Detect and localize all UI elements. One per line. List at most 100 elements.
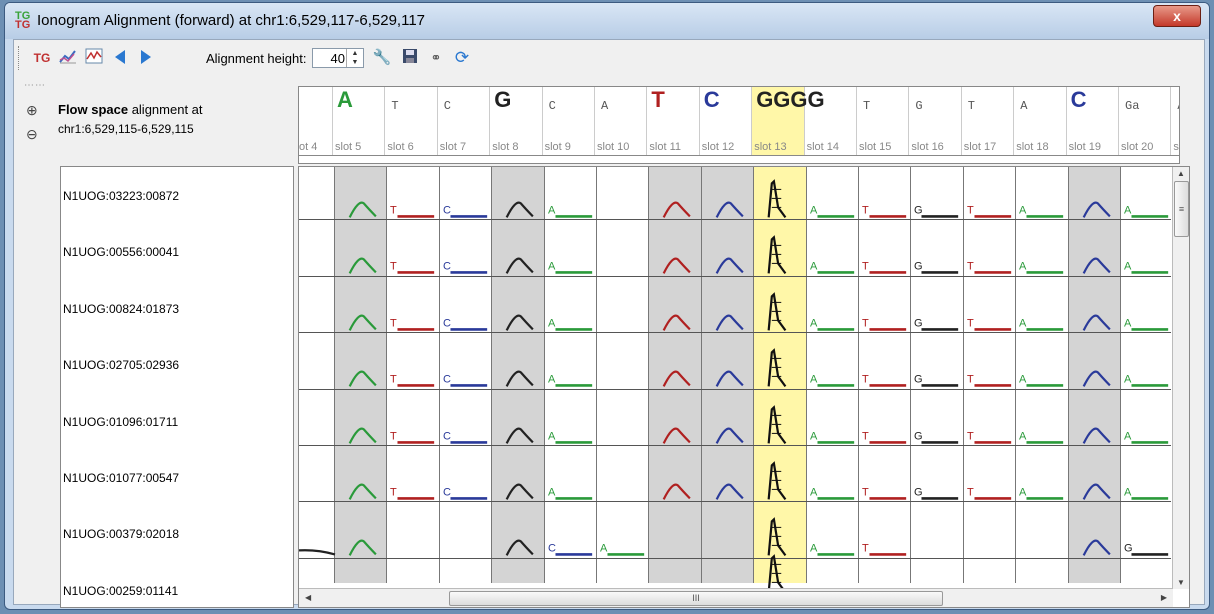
spinner-arrows[interactable]: ▲ ▼ [346,49,363,67]
flow-cell-letter: A [548,204,556,216]
flow-cell-letter: A [810,486,818,498]
wave-chart-icon[interactable] [84,48,104,68]
read-name[interactable]: N1UOG:02705:02936 [63,358,179,372]
flow-signal-hump [715,483,744,500]
flow-slot-header: Asl [1171,87,1179,155]
signal-trace [1082,201,1111,218]
signal-trace [767,553,787,593]
flow-cell-letter: A [1124,261,1132,273]
flow-cell-letter: A [810,430,818,442]
scroll-left-icon[interactable]: ◀ [305,593,311,602]
flow-cell-letter: C [443,261,451,273]
flow-slot-label: slot 12 [701,141,735,153]
flow-signal-flat: A [810,317,854,331]
flow-cell-letter: A [548,261,556,273]
flow-signal-hump [1082,370,1111,388]
flow-signal-hump [348,314,377,331]
flow-cell-letter: C [548,543,556,555]
flow-slot-label: slot 20 [1121,141,1154,153]
chart-icon[interactable] [58,48,78,68]
flow-slot-label: slot 15 [859,141,892,153]
flow-signal-flat: T [967,374,1011,387]
flow-cell-letter: G [914,486,923,498]
alignment-info-title: Flow space alignment at [58,102,203,117]
flow-slot-header: Aslot 18 [1014,87,1067,155]
flow-slot-label: ot 4 [299,141,318,153]
flow-cell-letter: T [862,374,869,386]
flow-signal-hump [348,258,377,275]
read-name[interactable]: N1UOG:01077:00547 [63,471,179,485]
alignment-height-label: Alignment height: [206,51,307,66]
alignment-height-value[interactable]: 40 [331,51,345,66]
flow-signal-flat: G [1124,543,1169,557]
flow-signal-hump [505,427,534,444]
flow-signal-flat: T [862,261,907,275]
flow-signal-flat: T [390,204,435,218]
flow-signal-flat: A [810,204,854,218]
alignment-height-spinner[interactable]: 40 ▲ ▼ [312,48,364,68]
flow-signal-flat: A [600,543,645,557]
ionogram-view-icon[interactable]: TG [32,48,52,68]
toolbar-grip[interactable] [18,46,21,70]
flow-signal-hump [1082,201,1111,218]
refresh-icon[interactable]: ⟳ [452,48,472,68]
flow-slot-header: Tslot 17 [962,87,1015,155]
panel-grip: ⋯⋯ [24,80,46,91]
flow-signal-flat: T [967,317,1011,331]
scroll-up-icon[interactable]: ▲ [1177,169,1185,178]
flow-signal-flat: G [914,486,959,500]
alignment-at-label: alignment at [128,102,203,117]
scroll-right-icon[interactable]: ▶ [1161,593,1167,602]
flow-signal-flat: A [810,261,854,275]
flow-signal-flat: C [548,543,592,557]
read-name[interactable]: N1UOG:00556:00041 [63,245,179,259]
horizontal-scrollbar[interactable]: ◀ III ▶ [299,588,1173,607]
read-name[interactable]: N1UOG:01096:01711 [63,415,178,429]
flow-cell-letter: A [810,543,818,555]
flow-slot-label: slot 9 [544,141,571,153]
save-icon[interactable] [400,48,420,68]
scroll-down-icon[interactable]: ▼ [1177,578,1185,587]
flow-cell-letter: T [862,543,869,555]
close-button[interactable]: x [1153,5,1201,27]
flow-signal-flat: T [967,430,1011,444]
flow-slot-header: Cslot 7 [438,87,491,155]
flow-signal-flat: A [1019,430,1064,444]
previous-arrow-icon[interactable] [110,48,130,68]
read-name[interactable]: N1UOG:00824:01873 [63,302,179,316]
flow-signal-flat: T [390,374,435,387]
flow-signal-flat: A [548,374,592,387]
read-name[interactable]: N1UOG:00379:02018 [63,527,179,541]
flow-signal-flat: A [548,317,592,331]
horizontal-scroll-thumb[interactable]: III [449,591,943,606]
flow-slot-label: slot 7 [439,141,467,153]
flow-slot-label: slot 14 [806,141,840,153]
wrench-icon[interactable]: 🔧 [372,48,392,68]
flow-slot-header: Gslot 8 [490,87,543,155]
flow-signal-hump [1082,258,1111,275]
flow-cell-letter: T [862,261,869,273]
signal-trace [505,314,534,331]
flow-signal-flat: A [810,430,854,444]
read-name[interactable]: N1UOG:00259:01141 [63,584,178,598]
flow-cell-letter: T [390,261,397,273]
signal-trace [348,483,377,500]
flow-signal-hump [715,201,744,218]
flow-signal-flat: A [810,543,854,557]
flow-signal-flat: A [1124,317,1169,331]
flow-signal-flat: A [1019,261,1064,275]
ionogram-window: TG TG Ionogram Alignment (forward) at chr… [4,2,1210,610]
link-icon[interactable]: ⚭ [426,48,446,68]
vertical-scroll-thumb[interactable]: ≡ [1174,181,1189,237]
vertical-scrollbar[interactable]: ▲ ≡ ▼ [1172,167,1189,589]
flow-signal-flat: C [443,430,487,444]
flow-cell-letter: A [1019,486,1027,498]
zoom-in-icon[interactable]: ⊕ [26,102,42,118]
flow-cell-letter: T [967,374,974,386]
read-name[interactable]: N1UOG:03223:00872 [63,189,179,203]
flow-signal-flat: T [967,204,1011,218]
next-arrow-icon[interactable] [136,48,156,68]
flow-signal-hump [505,314,534,331]
flow-signal-flat: G [914,204,959,218]
zoom-out-icon[interactable]: ⊖ [26,126,42,142]
